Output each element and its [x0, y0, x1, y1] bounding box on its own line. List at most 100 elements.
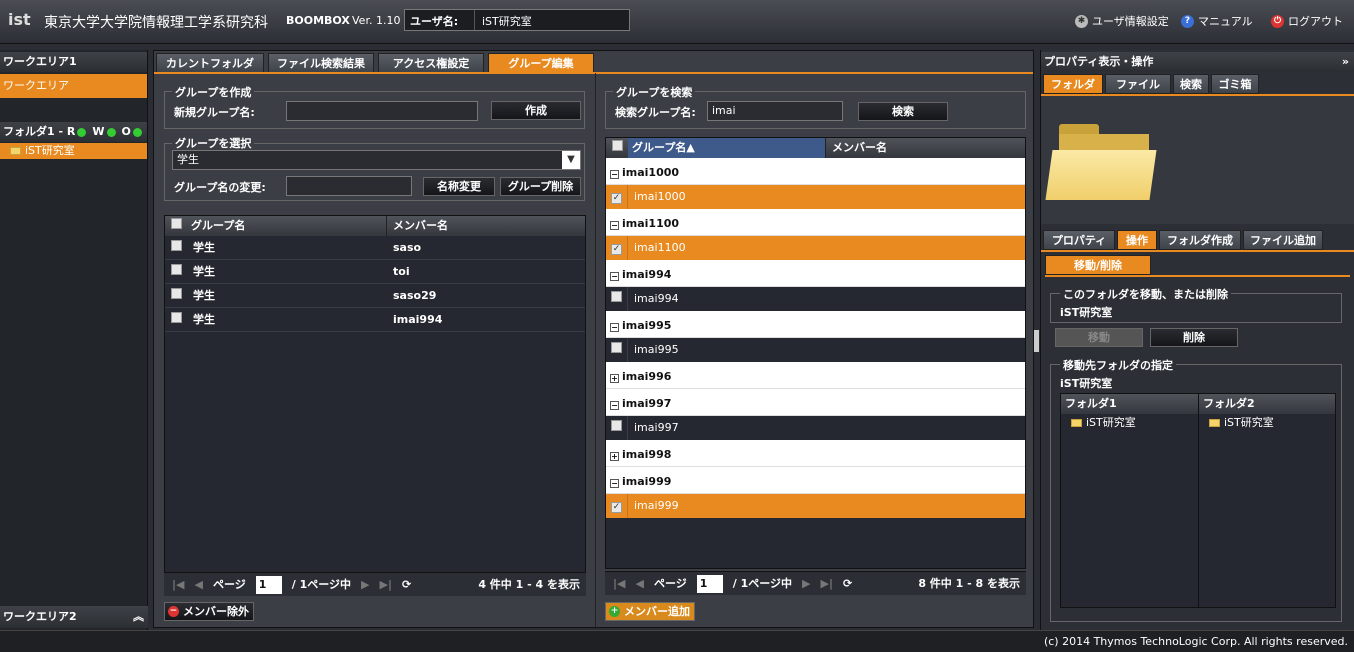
tree-item-ist[interactable]: iST研究室 [0, 143, 147, 159]
search-pager: |◀ ◀ ページ 1 / 1ページ中 ▶ ▶| ⟳ 8 件中 1 - 8 を表示 [605, 571, 1026, 595]
collapse-icon[interactable]: − [610, 272, 619, 281]
move-legend: このフォルダを移動、または削除 [1060, 286, 1231, 302]
next-page-icon[interactable]: ▶ [361, 573, 369, 596]
collapse-icon[interactable]: − [610, 221, 619, 230]
group-row[interactable]: − imai994 [606, 260, 1025, 287]
chevron-down-icon[interactable]: ▼ [562, 151, 580, 169]
row-checkbox[interactable] [165, 284, 187, 307]
expand-icon[interactable]: + [610, 452, 619, 461]
group-row[interactable]: + imai996 [606, 362, 1025, 389]
list-item[interactable]: imai995 [606, 338, 1025, 362]
refresh-icon[interactable]: ⟳ [843, 572, 852, 595]
expand-icon[interactable]: + [610, 374, 619, 383]
delete-group-button[interactable]: グループ削除 [500, 177, 581, 196]
collapse-icon[interactable]: − [610, 401, 619, 410]
item-checkbox[interactable] [606, 338, 628, 362]
group-row[interactable]: − imai997 [606, 389, 1025, 416]
next-page-icon[interactable]: ▶ [802, 572, 810, 595]
workarea-item[interactable]: ワークエリア [0, 74, 147, 98]
item-checkbox[interactable]: ✓ [606, 236, 628, 260]
select-all-checkbox[interactable] [165, 216, 187, 236]
create-button[interactable]: 作成 [491, 101, 581, 120]
group-row[interactable]: − imai1100 [606, 209, 1025, 236]
row-checkbox[interactable] [165, 260, 187, 283]
item-checkbox[interactable]: ✓ [606, 185, 628, 209]
row-checkbox[interactable] [165, 236, 187, 259]
tab-properties[interactable]: プロパティ [1043, 230, 1115, 250]
table-row[interactable]: 学生 saso [165, 236, 585, 260]
last-page-icon[interactable]: ▶| [820, 572, 832, 595]
page-input[interactable]: 1 [696, 575, 723, 593]
group-row[interactable]: − imai995 [606, 311, 1025, 338]
remove-member-button[interactable]: − メンバー除外 [164, 602, 254, 621]
tab-search[interactable]: 検索 [1173, 74, 1209, 94]
list-item[interactable]: imai994 [606, 287, 1025, 311]
search-select-all[interactable] [606, 138, 628, 158]
table-row[interactable]: 学生 imai994 [165, 308, 585, 332]
list-item[interactable]: imai997 [606, 416, 1025, 440]
splitter-handle[interactable] [1034, 330, 1039, 352]
search-button[interactable]: 検索 [858, 102, 948, 121]
group-row[interactable]: + imai998 [606, 440, 1025, 467]
collapse-icon[interactable]: − [610, 479, 619, 488]
new-group-input[interactable] [286, 101, 478, 121]
add-member-button[interactable]: + メンバー追加 [605, 602, 695, 621]
dest-col1-header: フォルダ1 [1061, 394, 1198, 414]
col-member2[interactable]: メンバー名 [826, 138, 887, 158]
rename-button[interactable]: 名称変更 [423, 177, 495, 196]
first-page-icon[interactable]: |◀ [172, 573, 184, 596]
item-checkbox[interactable] [606, 287, 628, 311]
subtab-move-delete[interactable]: 移動/削除 [1045, 255, 1151, 275]
page-input[interactable]: 1 [255, 576, 282, 594]
prev-page-icon[interactable]: ◀ [194, 573, 202, 596]
col-member[interactable]: メンバー名 [387, 216, 448, 236]
group-select[interactable]: 学生 [172, 150, 581, 170]
tab-folder[interactable]: フォルダ [1043, 74, 1103, 94]
left-pane: ワークエリア1 ワークエリア フォルダ1 - R W O iST研究室 [0, 50, 148, 630]
list-item[interactable]: ✓ imai1000 [606, 185, 1025, 209]
workarea2-label: ワークエリア2 [3, 610, 77, 623]
col-group-sorted[interactable]: グループ名▲ [628, 138, 826, 158]
tab-group-edit[interactable]: グループ編集 [488, 53, 594, 73]
prev-page-icon[interactable]: ◀ [635, 572, 643, 595]
item-checkbox[interactable] [606, 416, 628, 440]
last-page-icon[interactable]: ▶| [379, 573, 391, 596]
tab-file-search[interactable]: ファイル検索結果 [268, 53, 374, 73]
tab-trash[interactable]: ゴミ箱 [1211, 74, 1259, 94]
manual-link[interactable]: ? マニュアル [1181, 13, 1253, 29]
refresh-icon[interactable]: ⟳ [402, 573, 411, 596]
tab-current-folder[interactable]: カレントフォルダ [156, 53, 264, 73]
logout-link[interactable]: ⏻ ログアウト [1271, 13, 1343, 29]
col-group[interactable]: グループ名 [187, 216, 387, 236]
page-label: ページ [653, 577, 687, 590]
delete-button[interactable]: 削除 [1150, 328, 1238, 347]
tab-operations[interactable]: 操作 [1117, 230, 1157, 250]
item-checkbox[interactable]: ✓ [606, 494, 628, 518]
tab-access[interactable]: アクセス権設定 [378, 53, 484, 73]
row-checkbox[interactable] [165, 308, 187, 331]
collapse-icon[interactable]: − [610, 323, 619, 332]
workarea2-header[interactable]: ワークエリア2 ︽ [0, 606, 148, 628]
table-row[interactable]: 学生 saso29 [165, 284, 585, 308]
table-row[interactable]: 学生 toi [165, 260, 585, 284]
first-page-icon[interactable]: |◀ [613, 572, 625, 595]
tab-create-folder[interactable]: フォルダ作成 [1159, 230, 1241, 250]
move-button[interactable]: 移動 [1055, 328, 1143, 347]
group-row[interactable]: − imai1000 [606, 158, 1025, 185]
user-settings-link[interactable]: ✱ ユーザ情報設定 [1075, 13, 1169, 29]
row-group: 学生 [193, 313, 215, 326]
folder1-w: W [92, 125, 105, 138]
collapse-icon[interactable]: − [610, 170, 619, 179]
dest-col1-item[interactable]: iST研究室 [1061, 414, 1198, 432]
search-input[interactable]: imai [707, 101, 843, 121]
list-item[interactable]: ✓ imai1100 [606, 236, 1025, 260]
page-of: / 1ページ中 [291, 578, 352, 591]
list-item[interactable]: ✓ imai999 [606, 494, 1025, 518]
dest-col2-item[interactable]: iST研究室 [1199, 414, 1335, 432]
group-row[interactable]: − imai999 [606, 467, 1025, 494]
double-chevron-up-icon[interactable]: ︽ [133, 606, 144, 628]
double-chevron-right-icon[interactable]: » [1342, 52, 1349, 72]
tab-file[interactable]: ファイル [1105, 74, 1171, 94]
tab-add-file[interactable]: ファイル追加 [1243, 230, 1323, 250]
rename-input[interactable] [286, 176, 412, 196]
